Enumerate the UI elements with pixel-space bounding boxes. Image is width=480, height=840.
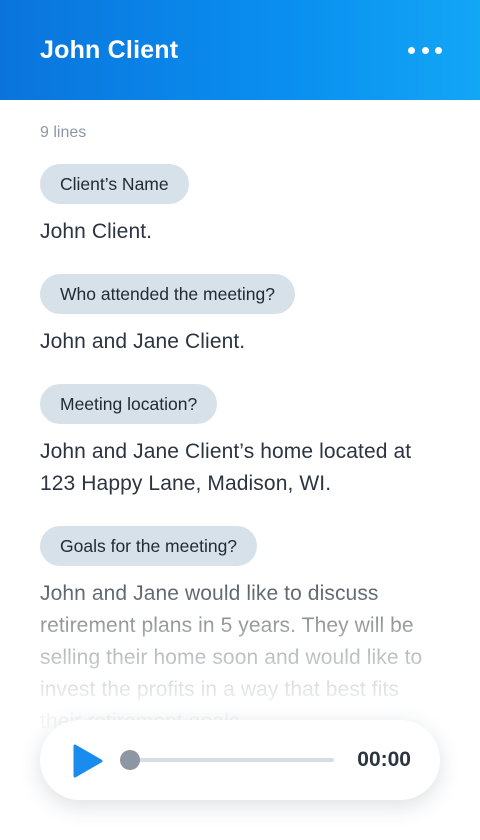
notes-content[interactable]: 9 lines Client’s Name John Client. Who a…: [40, 118, 440, 728]
page-title: John Client: [40, 36, 179, 64]
play-icon[interactable]: [70, 744, 104, 778]
question-chip: Who attended the meeting?: [40, 274, 296, 314]
seek-thumb[interactable]: [120, 750, 140, 770]
seek-track[interactable]: [130, 758, 334, 762]
more-options-button[interactable]: [408, 38, 442, 62]
audio-player: 00:00: [40, 720, 440, 800]
note-item: Meeting location? John and Jane Client’s…: [40, 384, 440, 500]
more-horizontal-icon-dot: [435, 46, 442, 54]
question-chip: Goals for the meeting?: [40, 526, 258, 566]
question-chip: Meeting location?: [40, 384, 218, 424]
more-horizontal-icon-dot: [421, 46, 429, 54]
note-item: Who attended the meeting? John and Jane …: [40, 274, 440, 358]
note-item: Goals for the meeting? John and Jane wou…: [40, 526, 440, 728]
answer-text: John and Jane Client.: [40, 330, 246, 353]
note-item: Client’s Name John Client.: [40, 164, 440, 248]
more-horizontal-icon: [408, 46, 415, 54]
answer-text: John and Jane Client’s home located at 1…: [40, 440, 412, 495]
answer-text: John Client.: [40, 220, 153, 243]
app-header: John Client: [0, 0, 480, 100]
playback-time: 00:00: [357, 748, 411, 771]
answer-text: John and Jane would like to discuss reti…: [40, 582, 423, 728]
question-chip: Client’s Name: [40, 164, 189, 204]
line-count: 9 lines: [40, 124, 87, 141]
app: John Client 9 lines Client’s Name John C…: [0, 0, 480, 840]
